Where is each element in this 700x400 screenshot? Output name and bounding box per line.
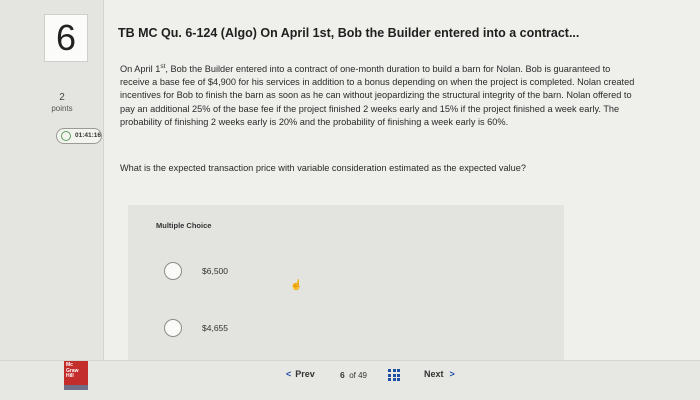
chevron-left-icon: <: [286, 369, 292, 379]
points-label: points: [51, 104, 73, 113]
body-part-1: On April 1: [120, 64, 161, 75]
footer-nav: Mc Graw Hill < Prev 6 of 49 Next >: [0, 360, 700, 400]
next-label: Next: [424, 369, 444, 379]
prev-button[interactable]: < Prev: [286, 369, 315, 379]
radio-button[interactable]: [164, 262, 182, 280]
question-body: On April 1st, Bob the Builder entered in…: [120, 60, 640, 129]
question-prompt: What is the expected transaction price w…: [120, 163, 527, 173]
next-button[interactable]: Next >: [424, 369, 455, 379]
clock-icon: [61, 131, 71, 141]
left-sidebar: 6 2 points 01:41:16: [0, 0, 104, 400]
points-info: 2 points: [38, 92, 86, 114]
points-value: 2: [59, 92, 65, 103]
multiple-choice-panel: Multiple Choice $6,500 ☝ $4,655: [128, 205, 564, 360]
mcgraw-hill-logo: Mc Graw Hill: [64, 361, 88, 385]
choice-option[interactable]: $4,655: [164, 317, 364, 339]
body-part-2: , Bob the Builder entered into a contrac…: [120, 64, 635, 127]
timer-value: 01:41:16: [75, 132, 102, 139]
grid-icon[interactable]: [388, 369, 400, 381]
choice-option[interactable]: $6,500: [164, 260, 364, 282]
multiple-choice-label: Multiple Choice: [156, 221, 212, 230]
page-indicator: 6 of 49: [340, 370, 367, 380]
question-area: TB MC Qu. 6-124 (Algo) On April 1st, Bob…: [104, 0, 700, 360]
logo-base: [64, 385, 88, 390]
timer-badge[interactable]: 01:41:16: [56, 128, 102, 144]
page-current: 6: [340, 370, 345, 380]
hand-cursor-icon: ☝: [290, 280, 303, 291]
choice-text: $6,500: [202, 266, 228, 276]
radio-button[interactable]: [164, 319, 182, 337]
chevron-right-icon: >: [449, 369, 455, 379]
page-total: of 49: [349, 371, 367, 380]
prev-label: Prev: [295, 369, 315, 379]
choice-text: $4,655: [202, 323, 228, 333]
question-number: 6: [44, 14, 88, 62]
question-title: TB MC Qu. 6-124 (Algo) On April 1st, Bob…: [118, 26, 580, 40]
